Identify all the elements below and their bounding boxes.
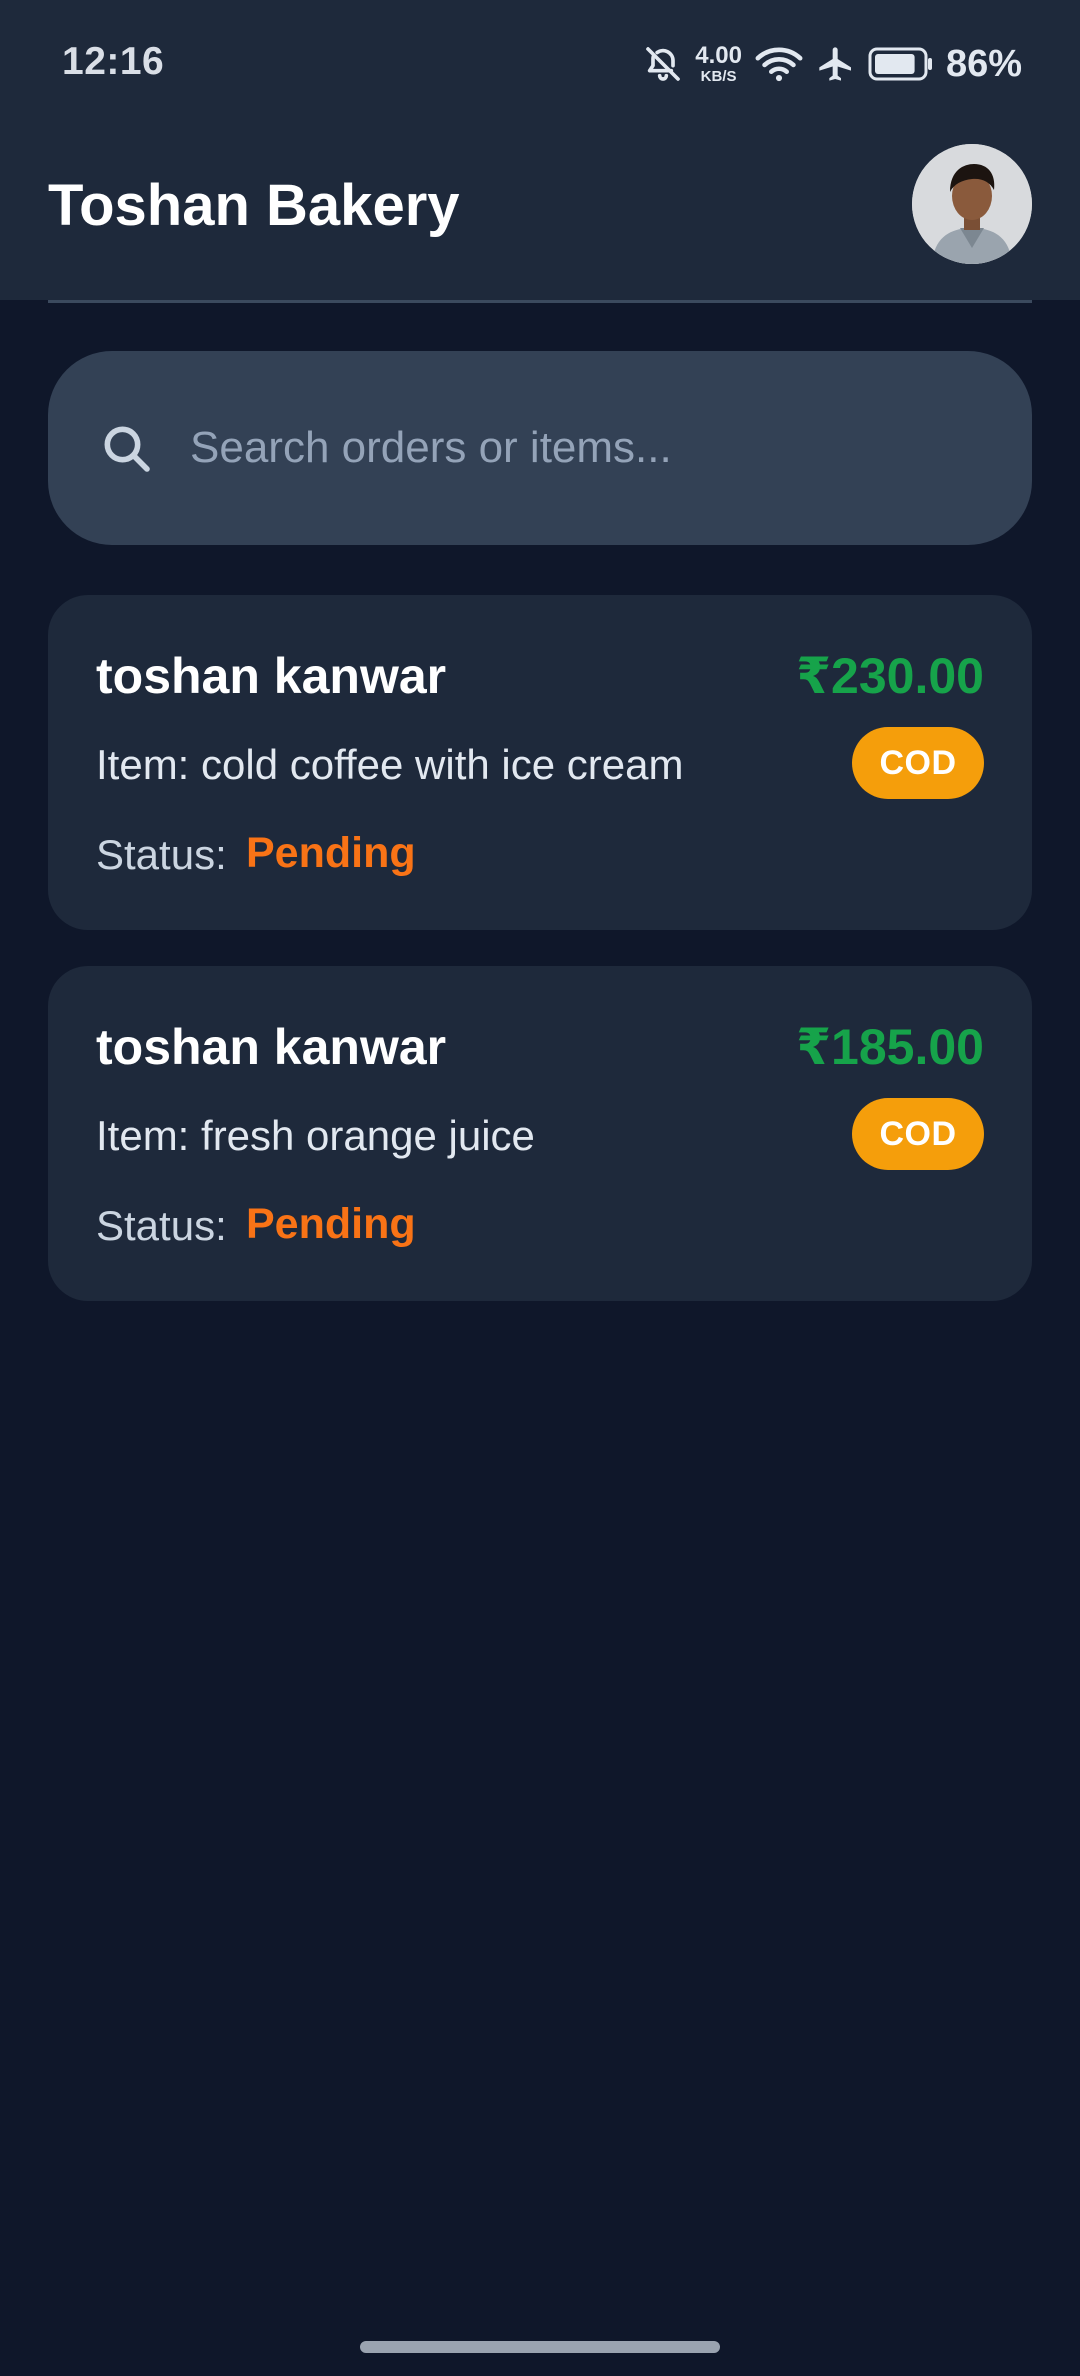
order-item: Item: fresh orange juice (96, 1112, 535, 1159)
search-icon[interactable] (98, 420, 154, 476)
battery-percent: 86% (945, 42, 1022, 85)
search-input[interactable] (190, 400, 990, 496)
order-status-value: Pending (246, 829, 416, 877)
status-time: 12:16 (62, 40, 165, 83)
battery-icon (868, 46, 934, 82)
order-price: ₹230.00 (796, 648, 984, 704)
payment-badge: COD (852, 1098, 984, 1170)
order-status-label: Status: (96, 831, 227, 878)
order-card[interactable]: toshan kanwar ₹230.00 Item: cold coffee … (48, 595, 1032, 930)
profile-avatar[interactable] (912, 144, 1032, 264)
battery-level (874, 54, 915, 74)
status-icons: 4.00 KB/S 86% (643, 36, 1022, 92)
airplane-icon (816, 44, 856, 84)
bell-off-icon (643, 44, 683, 84)
status-bar: 12:16 4.00 KB/S 86% (0, 0, 1080, 128)
order-customer-name: toshan kanwar (96, 648, 447, 704)
order-status-value: Pending (246, 1200, 416, 1248)
home-gesture-bar[interactable] (360, 2341, 720, 2353)
payment-badge: COD (852, 727, 984, 799)
network-speed: 4.00 KB/S (695, 42, 742, 85)
order-item: Item: cold coffee with ice cream (96, 741, 684, 788)
header-divider (48, 300, 1032, 303)
order-card[interactable]: toshan kanwar ₹185.00 Item: fresh orange… (48, 966, 1032, 1301)
order-price: ₹185.00 (796, 1019, 984, 1075)
user-avatar-icon (912, 144, 1032, 264)
network-speed-unit: KB/S (700, 68, 737, 85)
wifi-icon (754, 44, 804, 84)
network-speed-value: 4.00 (695, 42, 742, 69)
screen: 12:16 4.00 KB/S 86% Toshan Bakery Search… (0, 0, 1080, 2376)
top-bar: 12:16 4.00 KB/S 86% Toshan Bakery (0, 0, 1080, 300)
app-title: Toshan Bakery (48, 173, 460, 238)
order-status-label: Status: (96, 1202, 227, 1249)
order-customer-name: toshan kanwar (96, 1019, 447, 1075)
